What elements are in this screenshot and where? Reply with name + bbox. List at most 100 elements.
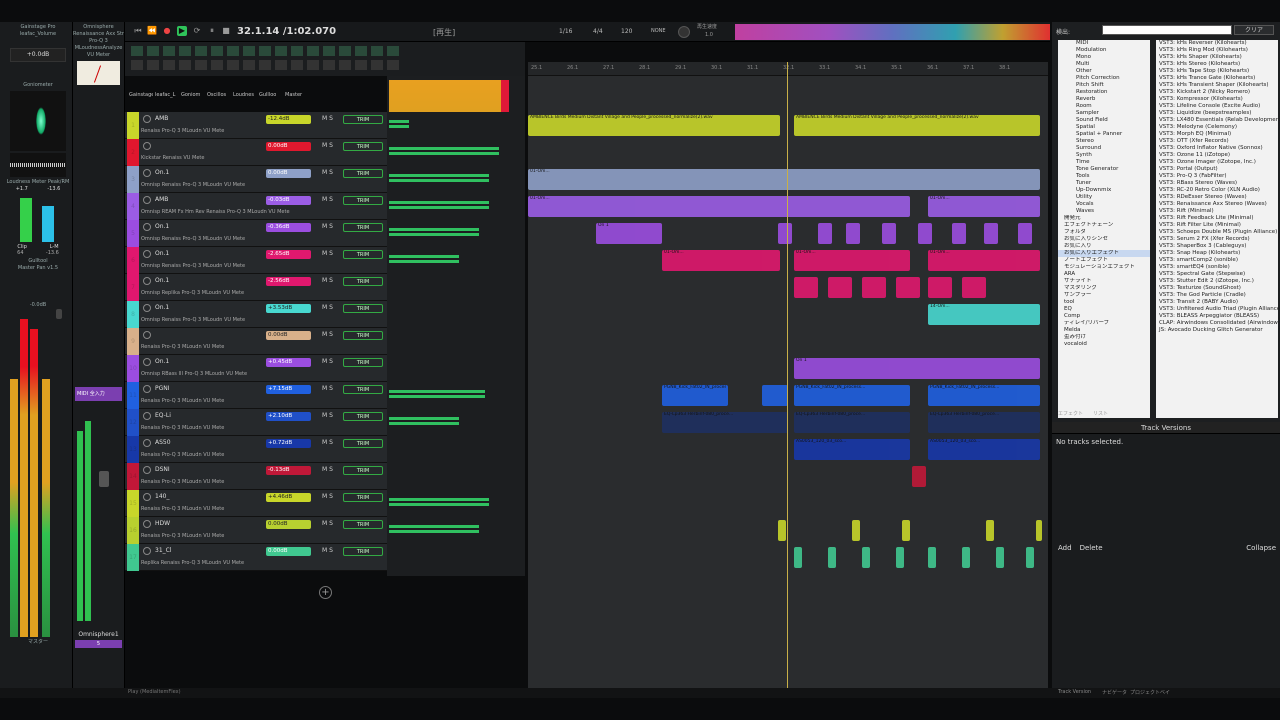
media-item[interactable] [952,223,966,244]
fx-category-item[interactable]: Utility [1058,194,1150,201]
fx-category-item[interactable]: お気に入り [1058,243,1150,250]
track-name[interactable]: AS50 [155,439,210,446]
track-row[interactable]: 20.00dBM STRIMKickstar Renaiss VU Mete [125,139,387,166]
trim-button[interactable]: TRIM [343,385,383,394]
fx-category-item[interactable]: Tone Generator [1058,166,1150,173]
record-arm-icon[interactable] [143,115,151,123]
media-item[interactable] [828,547,836,568]
fx-plugin-item[interactable]: VST3: Lifeline Console (Excite Audio) [1156,103,1278,110]
media-item[interactable]: On 1 [596,223,662,244]
fx-slot[interactable]: VU Meter [73,52,124,59]
media-item[interactable] [996,547,1004,568]
fx-plugin-item[interactable]: VST3: LX480 Essentials (Relab Developmen… [1156,117,1278,124]
rewind-icon[interactable]: ⏪ [147,26,157,36]
master-pan-label[interactable]: Master Pan v1.5 [6,265,70,272]
media-item[interactable]: AMBIENCE Birds Medium Distant Village an… [528,115,780,136]
media-item[interactable]: AS0053_120_03_sco... [794,439,910,460]
fx-plugin-item[interactable]: VST3: Portal (Output) [1156,166,1278,173]
fx-plugin-item[interactable]: VST3: Stutter Edit 2 (iZotope, Inc.) [1156,278,1278,285]
fx-category-tree[interactable]: MIDI Modulation Mono Multi Other Pitch Correc… [1058,40,1150,418]
media-item[interactable]: EQ-Lp363 Herbinf-080_proce... [928,412,1040,433]
pause-icon[interactable]: ⏸ [207,26,217,36]
track-row[interactable]: 14DSNI-0.13dBM STRIMRenaiss Pro-Q 3 MLou… [125,463,387,490]
media-item[interactable]: 01-Om... [528,196,910,217]
fx-category-item[interactable]: Other [1058,68,1150,75]
fx-plugin-item[interactable]: VST3: smartComp2 (sonible) [1156,257,1278,264]
midi-input-label[interactable]: MIDI 全入力 [75,387,122,401]
track-volume[interactable]: -0.36dB [266,223,311,232]
track-volume[interactable]: -0.03dB [266,196,311,205]
media-item[interactable] [918,223,932,244]
fx-category-item[interactable]: Pitch Correction [1058,75,1150,82]
fx-category-item[interactable]: Multi [1058,61,1150,68]
record-arm-icon[interactable] [143,196,151,204]
track-row[interactable]: 11PGNI+7.15dBM STRIMRenaiss Pro-Q 3 MLou… [125,382,387,409]
record-arm-icon[interactable] [143,169,151,177]
mute-solo-buttons[interactable]: M S [322,331,333,338]
track-name[interactable]: On.1 [155,250,210,257]
master-fx-slot[interactable]: Goniom [181,92,205,102]
fx-category-item[interactable]: エフェクトチェーン [1058,222,1150,229]
arrange-view[interactable]: 25.1 26.1 27.1 28.1 29.1 30.1 31.1 32.1 33.1 34.1… [528,62,1048,688]
track-row[interactable]: 90.00dBM STRIMRenaiss Pro-Q 3 MLoudn VU … [125,328,387,355]
fx-category-item[interactable]: tool [1058,299,1150,306]
fx-category-item[interactable]: お気に入りエフェクト [1058,250,1150,257]
track-row[interactable]: 8On.1+3.53dBM STRIMOmnisp Renaiss Pro-Q … [125,301,387,328]
fx-plugin-item[interactable]: VST3: kHs Stereo (Kilohearts) [1156,61,1278,68]
fx-plugin-item[interactable]: VST3: Schoeps Double MS (Plugin Alliance… [1156,229,1278,236]
media-item[interactable]: AMBIENCE Birds Medium Distant Village an… [794,115,1040,136]
master-fx-slot[interactable]: Gainstage Pro [6,24,70,31]
track-fx-chain[interactable]: Renaiss Pro-Q 3 MLoudn VU Mete [141,398,381,404]
fx-plugin-item[interactable]: VST3: Spectral Gate (Stepwise) [1156,271,1278,278]
sync-mode[interactable]: NONE [651,28,666,34]
delete-version-button[interactable]: Delete [1080,544,1103,552]
track-name[interactable]: On.1 [155,277,210,284]
track-fx-chain[interactable]: Omnisp RBass III Pro-Q 3 MLoudn VU Mete [141,371,381,377]
playrate-value[interactable]: 1.0 [705,32,713,38]
fx-category-item[interactable]: Comp [1058,313,1150,320]
master-fx-slot[interactable]: Gainstage [129,92,153,102]
track-fx-chain[interactable]: Replika Renaiss Pro-Q 3 MLoudn VU Mete [141,560,381,566]
media-item[interactable]: 01-Om... [794,250,910,271]
fx-category-item[interactable]: Pitch Shift [1058,82,1150,89]
fx-category-item[interactable]: サチライト [1058,278,1150,285]
fx-plugin-list[interactable]: VST3: kHs Reverser (Kilohearts) VST3: kHs… [1156,40,1278,418]
fx-category-item[interactable]: MIDI [1058,40,1150,47]
track-fx-chain[interactable]: Kickstar Renaiss VU Mete [141,155,381,161]
fx-category-item[interactable]: Room [1058,103,1150,110]
fx-category-item[interactable]: ディレイ/リバーブ [1058,320,1150,327]
media-item[interactable] [762,385,788,406]
time-position[interactable]: 32.1.14 /1:02.070 [237,26,336,37]
fx-plugin-item[interactable]: VST3: Renaissance Axx Stereo (Waves) [1156,201,1278,208]
stop-icon[interactable]: ■ [221,26,231,36]
track-fx-chain[interactable]: Renaiss Pro-Q 3 MLoudn VU Mete [141,533,381,539]
fx-category-item[interactable]: Waves [1058,208,1150,215]
tab-track-version[interactable]: Track Version [1058,689,1091,695]
guitool-label[interactable]: Gulltool [6,258,70,265]
media-item[interactable]: 01-Om... [928,196,1040,217]
media-item[interactable] [828,277,852,298]
media-item[interactable]: 01-Om... [662,250,780,271]
media-item[interactable] [882,223,896,244]
mute-solo-buttons[interactable]: M S [322,412,333,419]
track-row[interactable]: 12EQ-Li+2.10dBM STRIMRenaiss Pro-Q 3 MLo… [125,409,387,436]
fx-category-item[interactable]: 歪み付け [1058,334,1150,341]
media-item[interactable] [928,547,936,568]
media-item[interactable] [896,277,920,298]
fx-category-item[interactable]: EQ [1058,306,1150,313]
trim-button[interactable]: TRIM [343,331,383,340]
fx-plugin-item[interactable]: VST3: Pro-Q 3 (FabFilter) [1156,173,1278,180]
playhead[interactable] [787,62,788,688]
fx-plugin-item[interactable]: VST3: kHs Reverser (Kilohearts) [1156,40,1278,47]
fx-plugin-item[interactable]: VST3: Morph EQ (Minimal) [1156,131,1278,138]
fx-category-item[interactable]: Spatial + Panner [1058,131,1150,138]
fx-plugin-item[interactable]: VST3: The God Particle (Cradle) [1156,292,1278,299]
fx-plugin-item[interactable]: VST3: kHs Transient Shaper (Kilohearts) [1156,82,1278,89]
track-row[interactable]: 5On.1-0.36dBM STRIMOmnisp Renaiss Pro-Q … [125,220,387,247]
fx-category-item[interactable]: Tuner [1058,180,1150,187]
trim-button[interactable]: TRIM [343,169,383,178]
loop-icon[interactable]: ⟳ [192,26,202,36]
track-row[interactable]: 16HDW0.00dBM STRIMRenaiss Pro-Q 3 MLoudn… [125,517,387,544]
fx-category-item[interactable]: Up-Downmix [1058,187,1150,194]
tab-list[interactable]: リスト [1093,410,1108,417]
